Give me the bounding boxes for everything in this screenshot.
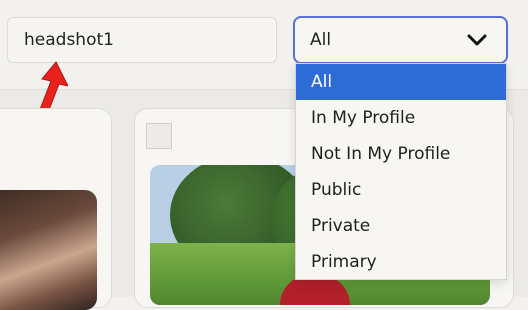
- filter-select-value: All: [310, 30, 332, 50]
- search-input-value: headshot1: [24, 30, 114, 50]
- menu-option-label: All: [311, 72, 333, 92]
- filter-dropdown-menu: All In My Profile Not In My Profile Publ…: [295, 63, 507, 280]
- menu-option-not-in-my-profile[interactable]: Not In My Profile: [296, 136, 506, 172]
- menu-option-label: Private: [311, 216, 371, 236]
- menu-option-private[interactable]: Private: [296, 208, 506, 244]
- menu-option-label: Not In My Profile: [311, 144, 451, 164]
- menu-option-public[interactable]: Public: [296, 172, 506, 208]
- chevron-down-icon: [467, 34, 487, 46]
- search-input[interactable]: headshot1: [7, 17, 277, 63]
- menu-option-primary[interactable]: Primary: [296, 244, 506, 280]
- menu-option-in-my-profile[interactable]: In My Profile: [296, 100, 506, 136]
- filter-select[interactable]: All: [293, 16, 508, 64]
- photo-thumbnail[interactable]: [0, 190, 97, 310]
- menu-option-label: In My Profile: [311, 108, 416, 128]
- menu-option-label: Public: [311, 180, 362, 200]
- menu-option-all[interactable]: All: [296, 64, 506, 100]
- menu-option-label: Primary: [311, 252, 377, 272]
- select-checkbox[interactable]: [146, 123, 172, 149]
